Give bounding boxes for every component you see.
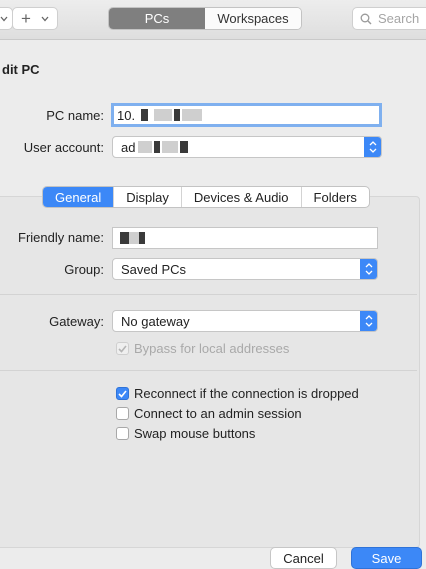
redaction: [138, 141, 153, 153]
sheet-title: dit PC: [2, 62, 40, 77]
redaction: [120, 232, 129, 244]
redaction: [180, 141, 189, 153]
redaction: [154, 109, 173, 121]
group-label: Group:: [64, 262, 104, 277]
tab-general[interactable]: General: [43, 187, 114, 207]
plus-icon: +: [21, 9, 31, 28]
add-button[interactable]: +: [12, 7, 58, 30]
redaction: [139, 232, 145, 244]
search-placeholder: Search: [378, 11, 420, 26]
friendly-name-field[interactable]: [112, 227, 378, 249]
swap-mouse-checkbox[interactable]: Swap mouse buttons: [116, 426, 255, 441]
redaction: [182, 109, 203, 121]
tab-devices-audio[interactable]: Devices & Audio: [180, 187, 301, 207]
tab-folders[interactable]: Folders: [300, 187, 369, 207]
chevron-down-icon: [0, 16, 7, 21]
redaction: [141, 109, 149, 121]
bypass-local-label: Bypass for local addresses: [134, 341, 290, 356]
reconnect-checkbox[interactable]: Reconnect if the connection is dropped: [116, 386, 359, 401]
divider: [0, 294, 417, 295]
pc-name-value: 10.: [117, 107, 136, 123]
user-account-value: ad: [121, 139, 136, 155]
checkmark-icon: [116, 342, 129, 355]
user-account-popup[interactable]: ad: [112, 136, 382, 158]
reconnect-label: Reconnect if the connection is dropped: [134, 386, 359, 401]
checkbox-box: [116, 407, 129, 420]
user-account-label: User account:: [23, 140, 104, 155]
chevron-down-icon: [41, 16, 49, 21]
redaction: [154, 141, 161, 153]
stepper-arrows-icon: [360, 311, 377, 331]
pc-name-field[interactable]: 10.: [111, 103, 382, 127]
redaction: [162, 141, 179, 153]
remote-desktop-window: + PCs Workspaces Search dit PC PC name: …: [0, 0, 426, 569]
view-segmented-control: PCs Workspaces: [108, 7, 302, 30]
search-input[interactable]: Search: [352, 7, 426, 30]
toolbar: + PCs Workspaces Search: [0, 0, 426, 40]
admin-session-label: Connect to an admin session: [134, 406, 302, 421]
pc-name-label: PC name:: [46, 108, 104, 123]
gateway-label: Gateway:: [49, 314, 104, 329]
redaction: [174, 109, 181, 121]
search-icon: [360, 13, 372, 24]
cancel-button[interactable]: Cancel: [270, 547, 337, 569]
checkmark-icon: [116, 387, 129, 400]
admin-session-checkbox[interactable]: Connect to an admin session: [116, 406, 302, 421]
friendly-name-label: Friendly name:: [18, 230, 104, 245]
gateway-popup[interactable]: No gateway: [112, 310, 378, 332]
checkbox-box: [116, 427, 129, 440]
gateway-value: No gateway: [121, 313, 190, 329]
group-value: Saved PCs: [121, 261, 187, 277]
swap-mouse-label: Swap mouse buttons: [134, 426, 256, 441]
stepper-arrows-icon: [360, 259, 377, 279]
tab-display[interactable]: Display: [113, 187, 181, 207]
stepper-arrows-icon: [364, 137, 381, 157]
group-popup[interactable]: Saved PCs: [112, 258, 378, 280]
redaction: [129, 232, 139, 244]
bypass-local-checkbox[interactable]: Bypass for local addresses: [116, 341, 289, 356]
divider: [0, 370, 417, 371]
segment-pcs[interactable]: PCs: [109, 8, 205, 29]
segment-workspaces[interactable]: Workspaces: [205, 8, 301, 29]
save-button[interactable]: Save: [351, 547, 422, 569]
tab-bar: General Display Devices & Audio Folders: [42, 186, 370, 208]
